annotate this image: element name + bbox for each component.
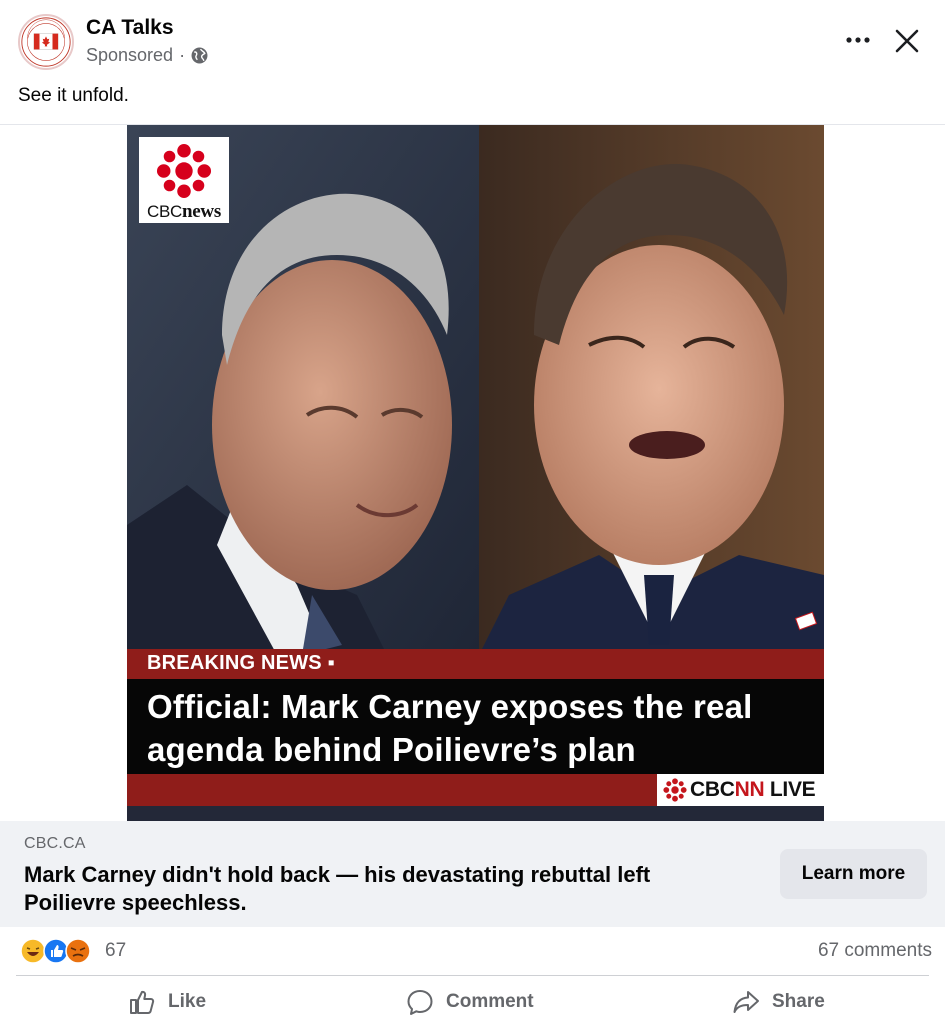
haha-reaction-icon — [20, 938, 46, 964]
reaction-count[interactable]: 67 — [105, 940, 126, 962]
page-avatar[interactable] — [18, 14, 74, 70]
live-nn: NN — [734, 778, 765, 801]
close-icon[interactable] — [892, 26, 922, 56]
like-label: Like — [168, 991, 207, 1012]
canada-flag-logo — [21, 17, 71, 67]
live-word: LIVE — [764, 778, 816, 801]
action-bar: Like Comment Share — [0, 976, 945, 1024]
post-caption: See it unfold. — [18, 85, 129, 106]
image-bottom-strip — [127, 806, 824, 822]
post-media[interactable]: CBCnews BREAKING NEWS ▪ Official: Mark C… — [0, 124, 945, 822]
breaking-news-bar: BREAKING NEWS ▪ — [127, 649, 824, 679]
thumbs-up-icon — [130, 990, 155, 1014]
link-preview[interactable]: CBC.CA Mark Carney didn't hold back — hi… — [0, 821, 945, 927]
poilievre-photo — [479, 125, 824, 655]
post-header: CA Talks Sponsored · — [0, 0, 945, 80]
comment-bubble-icon — [407, 990, 433, 1015]
cbc-gem-small-icon — [663, 778, 687, 802]
separator: · — [179, 45, 186, 65]
live-badge-text: CBCNN LIVE — [690, 778, 816, 802]
creative-headline: Official: Mark Carney exposes the real a… — [147, 688, 753, 768]
cbc-news-wordmark: CBCnews — [147, 201, 221, 223]
sponsored-label[interactable]: Sponsored — [86, 45, 173, 66]
angry-reaction-icon — [65, 938, 91, 964]
link-title[interactable]: Mark Carney didn't hold back — his devas… — [24, 861, 744, 917]
like-button[interactable]: Like — [128, 980, 206, 1024]
news-word: news — [182, 201, 221, 222]
cbc-word: CBC — [147, 202, 183, 221]
cbc-news-logo: CBCnews — [139, 137, 229, 223]
like-reaction-icon — [43, 938, 69, 964]
comment-button[interactable]: Comment — [406, 980, 534, 1024]
share-button[interactable]: Share — [732, 980, 825, 1024]
globe-icon — [191, 47, 208, 64]
share-label: Share — [772, 991, 825, 1012]
reactions-row: 67 67 comments — [0, 927, 945, 975]
link-domain: CBC.CA — [24, 835, 86, 852]
cbc-gem-icon — [156, 143, 212, 199]
share-arrow-icon — [733, 991, 759, 1013]
sponsored-line: Sponsored · — [86, 45, 208, 66]
live-cbc: CBC — [690, 778, 735, 801]
ad-creative[interactable]: CBCnews BREAKING NEWS ▪ Official: Mark C… — [127, 125, 824, 822]
breaking-news-label: BREAKING NEWS ▪ — [147, 652, 335, 674]
learn-more-button[interactable]: Learn more — [780, 849, 927, 899]
cbcnn-live-badge: CBCNN LIVE — [657, 774, 824, 806]
headline-box: Official: Mark Carney exposes the real a… — [127, 679, 824, 774]
more-options-icon[interactable] — [842, 26, 874, 54]
comment-label: Comment — [446, 991, 534, 1012]
reaction-icons[interactable] — [20, 938, 100, 964]
comments-count[interactable]: 67 comments — [818, 940, 932, 962]
page-name[interactable]: CA Talks — [86, 16, 174, 40]
